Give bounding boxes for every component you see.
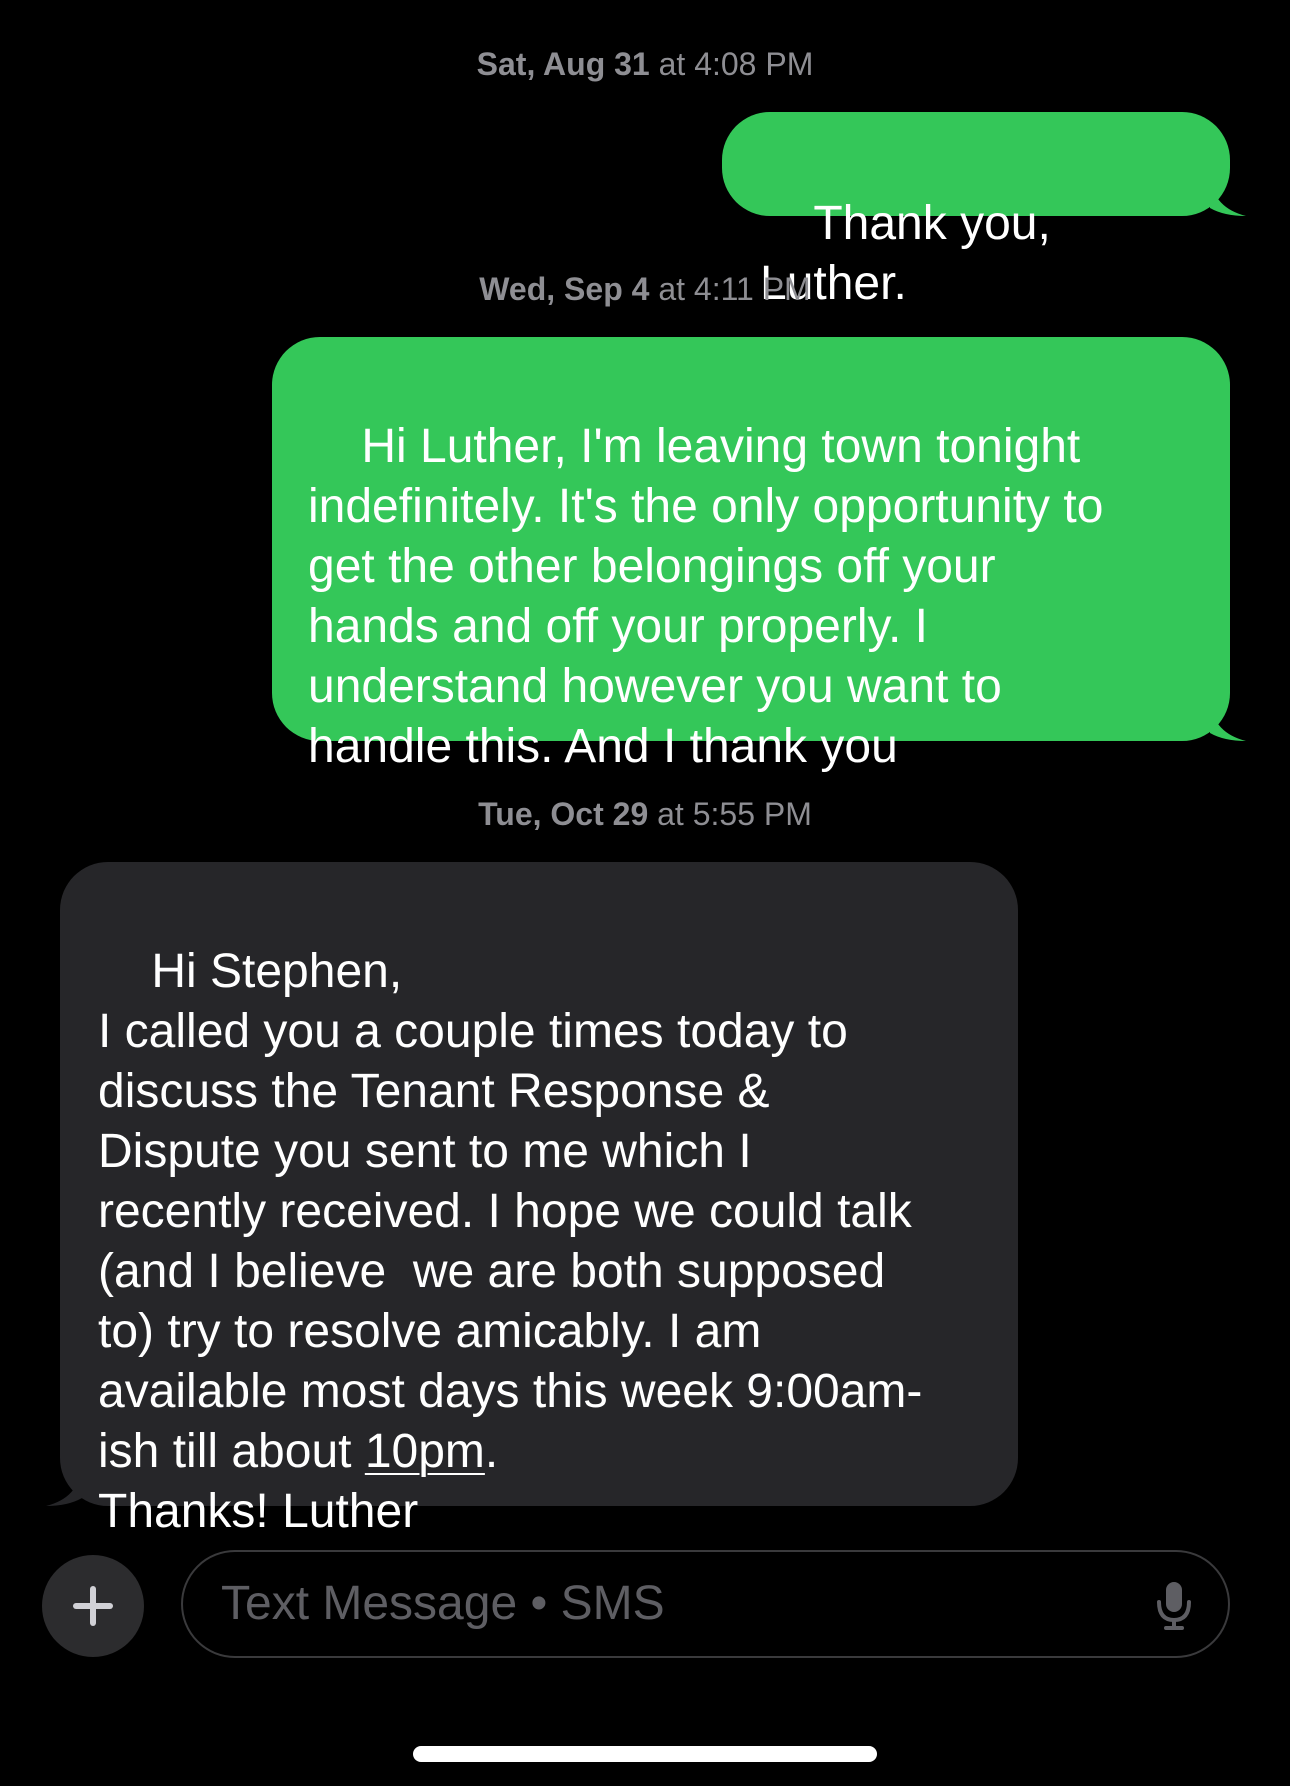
- outgoing-message-bubble[interactable]: Thank you, Luther.: [722, 112, 1230, 310]
- message-thread: Sat, Aug 31 at 4:08 PM Thank you, Luther…: [0, 0, 1290, 1786]
- message-input[interactable]: Text Message • SMS: [181, 1550, 1230, 1658]
- incoming-message-bubble[interactable]: Hi Stephen, I called you a couple times …: [60, 862, 1018, 1538]
- timestamp-day: Wed, Sep 4: [479, 271, 650, 307]
- timestamp: Sat, Aug 31 at 4:08 PM: [0, 44, 1290, 84]
- timestamp-time: at 5:55 PM: [657, 796, 812, 832]
- timestamp-day: Tue, Oct 29: [478, 796, 649, 832]
- message-input-placeholder: Text Message • SMS: [221, 1577, 665, 1630]
- home-indicator[interactable]: [413, 1746, 877, 1762]
- plus-icon: [73, 1586, 113, 1626]
- bubble-tail: [46, 1468, 82, 1506]
- message-text: Hi Luther, I'm leaving town tonight inde…: [308, 420, 1104, 773]
- timestamp-time: at 4:11 PM: [658, 271, 811, 307]
- message-text: Hi Stephen, I called you a couple times …: [98, 945, 923, 1478]
- timestamp-time: at 4:08 PM: [658, 46, 814, 82]
- bubble-tail: [1210, 178, 1246, 216]
- time-link[interactable]: 10pm: [365, 1425, 485, 1478]
- add-attachment-button[interactable]: [42, 1555, 144, 1657]
- timestamp: Wed, Sep 4 at 4:11 PM: [0, 269, 1290, 309]
- bubble-tail: [1210, 703, 1246, 741]
- outgoing-message-bubble[interactable]: Hi Luther, I'm leaving town tonight inde…: [272, 337, 1230, 773]
- timestamp: Tue, Oct 29 at 5:55 PM: [0, 794, 1290, 834]
- timestamp-day: Sat, Aug 31: [476, 46, 650, 82]
- microphone-icon[interactable]: [1154, 1580, 1194, 1632]
